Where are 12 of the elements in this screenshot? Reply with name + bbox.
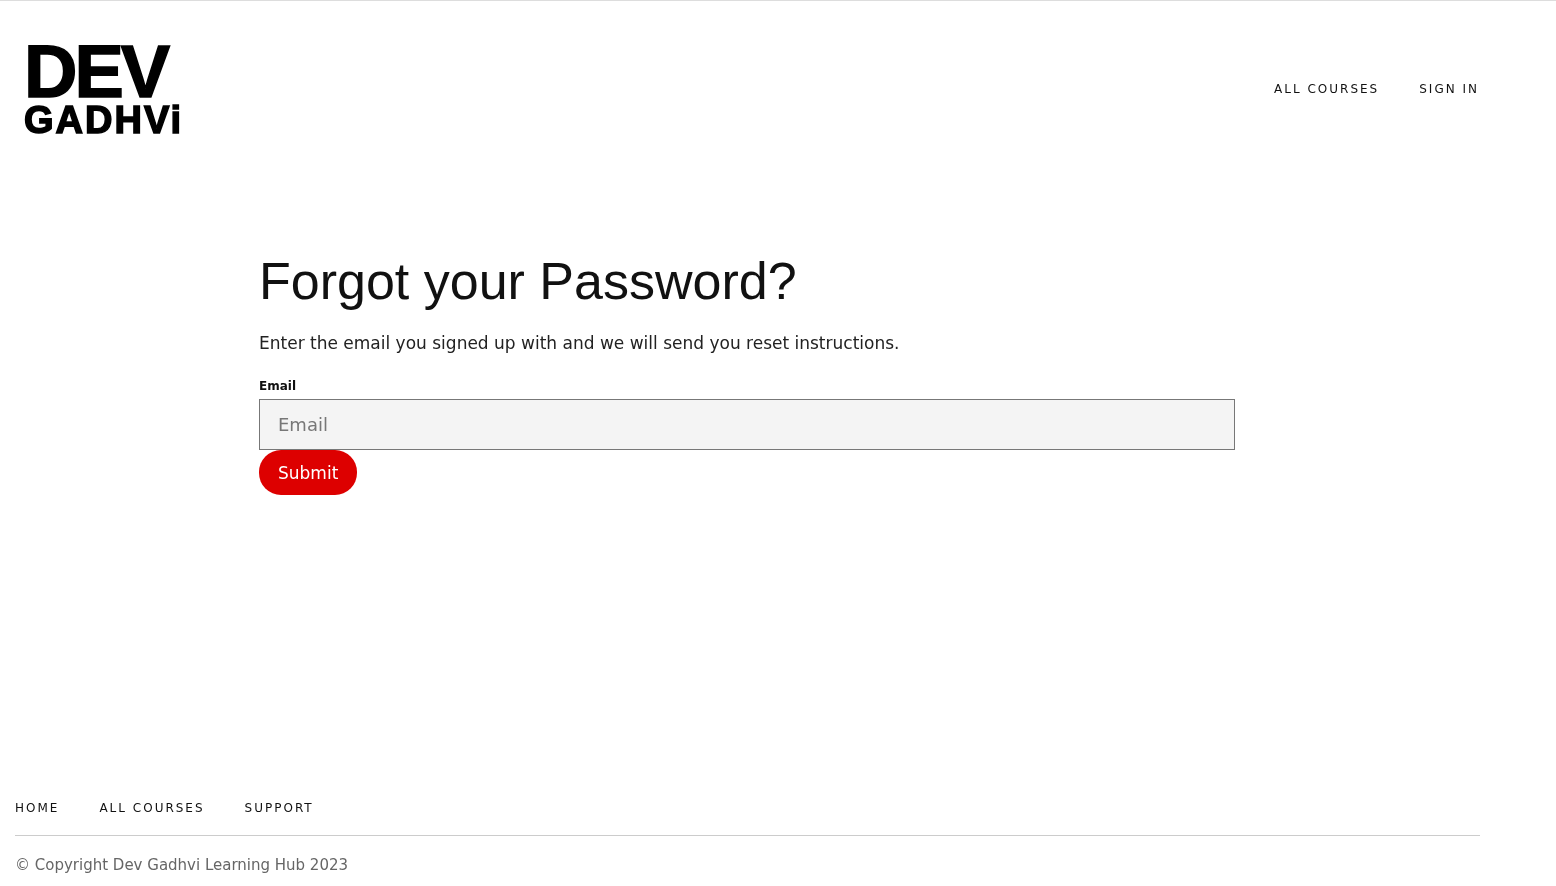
field-label: Email [259, 379, 298, 394]
copyright: © Copyright Dev Gadhvi Learning Hub 2023 [15, 856, 350, 874]
footer-link[interactable]: SUPPORT [244, 801, 314, 815]
description: Enter the email you signed up with and we will send you reset instructions. [259, 333, 901, 354]
page-title: Forgot your Password? [259, 251, 798, 312]
nav-link[interactable]: SIGN IN [1419, 81, 1479, 96]
footer-link[interactable]: HOME [15, 801, 60, 815]
logo[interactable]: DEV GADHVi [24, 41, 184, 137]
nav-link[interactable]: ALL COURSES [1274, 81, 1380, 96]
footer-link[interactable]: ALL COURSES [99, 801, 205, 815]
email-field[interactable]: Email [259, 399, 1235, 451]
submit-button[interactable]: Submit [259, 450, 358, 496]
